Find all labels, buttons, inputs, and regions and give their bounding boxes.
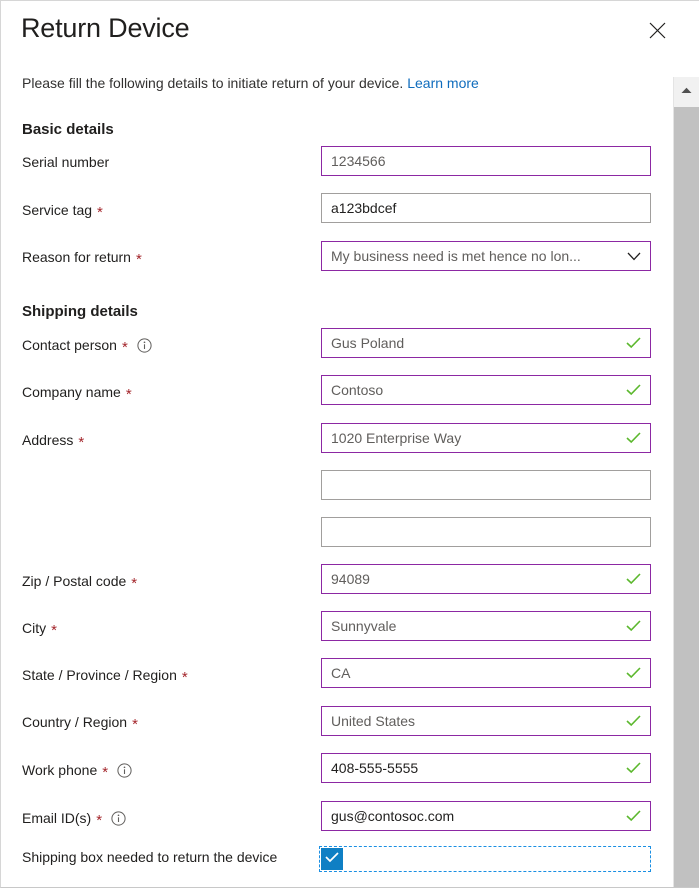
description-text: Please fill the following details to ini…: [22, 75, 404, 91]
checkmark-icon: [325, 850, 339, 868]
label-country-region: Country / Region *: [22, 712, 138, 732]
close-button[interactable]: [641, 14, 673, 46]
label-text: Reason for return: [22, 249, 131, 265]
required-asterisk: *: [96, 811, 103, 829]
label-text: Address: [22, 432, 74, 448]
address-line-2-input[interactable]: [321, 470, 651, 500]
state-province-region-value: CA: [331, 665, 351, 681]
company-name-value: Contoso: [331, 382, 384, 398]
dialog-description: Please fill the following details to ini…: [22, 75, 479, 91]
label-company-name: Company name *: [22, 382, 132, 402]
page-title: Return Device: [21, 13, 190, 43]
valid-check-icon: [626, 384, 641, 396]
required-asterisk: *: [181, 668, 188, 686]
label-work-phone: Work phone *: [22, 760, 132, 780]
section-heading-basic-details: Basic details: [22, 121, 114, 138]
valid-check-icon: [626, 667, 641, 679]
dialog-header: Return Device: [1, 1, 699, 63]
label-state-province-region: State / Province / Region *: [22, 665, 188, 685]
label-text: Contact person: [22, 337, 117, 353]
required-asterisk: *: [97, 203, 103, 221]
country-region-value: United States: [331, 713, 416, 729]
valid-check-icon: [626, 573, 641, 585]
label-city: City *: [22, 618, 57, 638]
info-icon[interactable]: [111, 810, 126, 826]
required-asterisk: *: [131, 574, 138, 592]
city-value: Sunnyvale: [331, 618, 397, 634]
service-tag-input[interactable]: a123bdcef: [321, 193, 651, 223]
label-text: Country / Region: [22, 714, 128, 730]
contact-person-value: Gus Poland: [331, 335, 405, 351]
label-text: Service tag: [22, 202, 93, 218]
scroll-up-button[interactable]: [674, 77, 699, 103]
state-province-region-input[interactable]: CA: [321, 658, 651, 688]
reason-for-return-value: My business need is met hence no lon...: [331, 248, 581, 264]
required-asterisk: *: [51, 621, 57, 639]
work-phone-input[interactable]: 408-555-5555: [321, 753, 651, 783]
label-zip-postal-code: Zip / Postal code *: [22, 571, 137, 591]
label-service-tag: Service tag *: [22, 200, 103, 220]
label-text: State / Province / Region: [22, 667, 177, 683]
country-region-input[interactable]: United States: [321, 706, 651, 736]
vertical-scrollbar[interactable]: [673, 77, 699, 887]
zip-postal-code-value: 94089: [331, 571, 370, 587]
contact-person-input[interactable]: Gus Poland: [321, 328, 651, 358]
address-line-1-value: 1020 Enterprise Way: [331, 430, 462, 446]
valid-check-icon: [626, 337, 641, 349]
label-text: Email ID(s): [22, 810, 92, 826]
label-serial-number: Serial number: [22, 152, 109, 172]
address-line-1-input[interactable]: 1020 Enterprise Way: [321, 423, 651, 453]
address-line-3-input[interactable]: [321, 517, 651, 547]
shipping-box-focus-outline: [319, 846, 651, 872]
valid-check-icon: [626, 620, 641, 632]
required-asterisk: *: [132, 715, 138, 733]
valid-check-icon: [626, 762, 641, 774]
label-text: Zip / Postal code: [22, 573, 127, 589]
label-contact-person: Contact person *: [22, 335, 152, 355]
email-ids-value: gus@contosoc.com: [331, 808, 455, 824]
valid-check-icon: [626, 715, 641, 727]
service-tag-value: a123bdcef: [331, 200, 397, 216]
info-icon[interactable]: [117, 762, 132, 778]
reason-for-return-dropdown[interactable]: My business need is met hence no lon...: [321, 241, 651, 271]
shipping-box-label: Shipping box needed to return the device: [22, 849, 278, 865]
scrollbar-thumb[interactable]: [674, 107, 699, 887]
required-asterisk: *: [102, 763, 109, 781]
required-asterisk: *: [78, 433, 85, 451]
required-asterisk: *: [135, 250, 142, 268]
zip-postal-code-input[interactable]: 94089: [321, 564, 651, 594]
label-text: Work phone: [22, 762, 98, 778]
label-address: Address *: [22, 430, 84, 450]
info-icon[interactable]: [137, 337, 152, 353]
valid-check-icon: [626, 432, 641, 444]
work-phone-value: 408-555-5555: [331, 760, 419, 776]
company-name-input[interactable]: Contoso: [321, 375, 651, 405]
label-text: City: [22, 620, 47, 636]
required-asterisk: *: [125, 385, 132, 403]
email-ids-input[interactable]: gus@contosoc.com: [321, 801, 651, 831]
label-reason-for-return: Reason for return *: [22, 247, 142, 267]
serial-number-value: 1234566: [331, 153, 386, 169]
section-heading-shipping-details: Shipping details: [22, 303, 138, 320]
label-email-ids: Email ID(s) *: [22, 808, 126, 828]
close-icon: [649, 22, 666, 39]
valid-check-icon: [626, 810, 641, 822]
label-text: Serial number: [22, 154, 110, 170]
label-text: Company name: [22, 384, 121, 400]
chevron-down-icon[interactable]: [627, 252, 641, 261]
shipping-box-checkbox[interactable]: [321, 848, 343, 870]
city-input[interactable]: Sunnyvale: [321, 611, 651, 641]
required-asterisk: *: [121, 338, 128, 356]
chevron-up-icon: [681, 81, 692, 99]
shipping-box-row: Shipping box needed to return the device: [22, 849, 277, 865]
return-device-dialog: Return Device Please fill the following …: [0, 0, 699, 888]
serial-number-input[interactable]: 1234566: [321, 146, 651, 176]
learn-more-link[interactable]: Learn more: [407, 75, 479, 91]
